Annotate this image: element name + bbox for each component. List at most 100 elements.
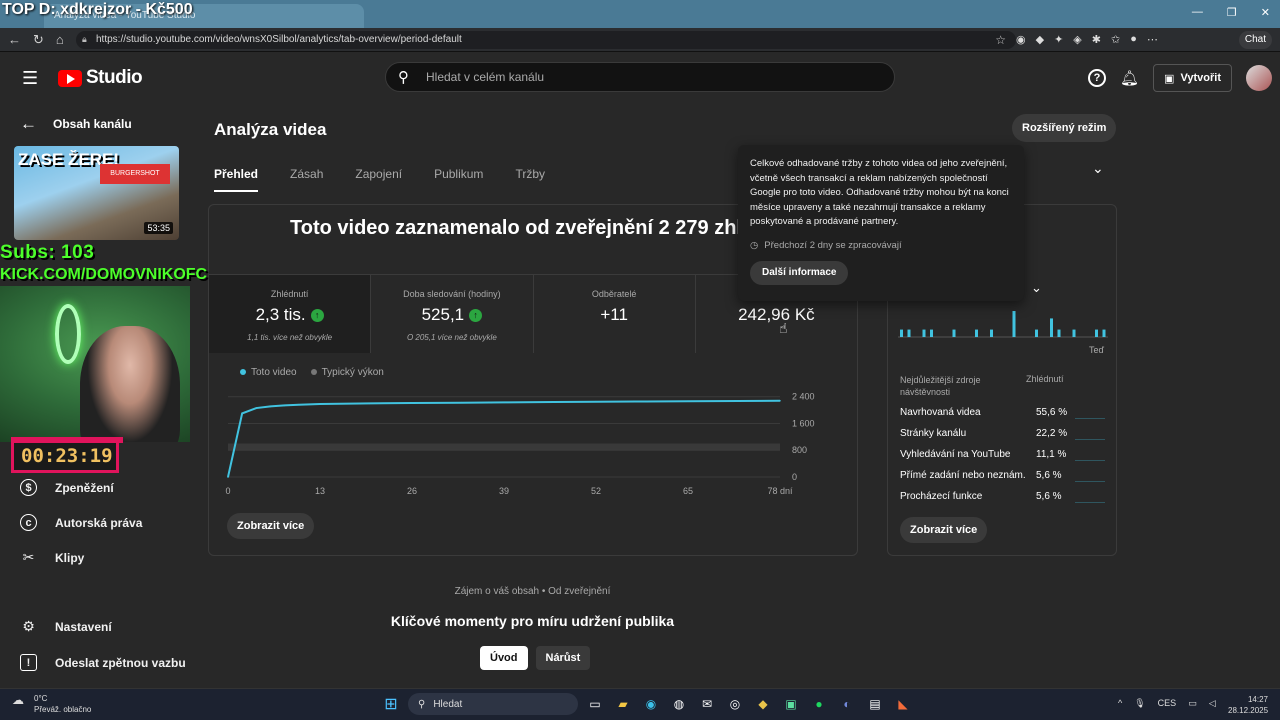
advanced-mode-button[interactable]: Rozšířený režim (1012, 114, 1117, 142)
steam-icon[interactable]: ◎ (724, 693, 746, 715)
traffic-source-row[interactable]: Stránky kanálu 22,2 % (900, 428, 1105, 444)
extension-icon[interactable]: ◆ (1036, 33, 1044, 46)
metric-subscribers[interactable]: Odběratelé +11 (533, 275, 696, 353)
spark-bar (922, 329, 926, 337)
weather-widget[interactable]: ☁ 0°C Převáž. oblačno (12, 693, 91, 715)
sidebar-item-label: Zpeněžení (55, 480, 114, 495)
video-thumbnail[interactable]: ZASE ŽERE! BURGERSHOT 53:35 (14, 146, 179, 240)
windows-start-icon[interactable]: ⊞ (380, 693, 402, 715)
minimize-icon[interactable]: — (1192, 6, 1203, 19)
chevron-down-icon[interactable]: ⌄ (1092, 160, 1104, 177)
home-icon[interactable]: ⌂ (56, 32, 64, 48)
app-icon[interactable]: ◣ (892, 693, 914, 715)
metric-views[interactable]: Zhlédnutí 2,3 tis. ↑ 1,1 tis. více než ob… (209, 275, 372, 353)
chevron-down-icon[interactable]: ⌄ (1031, 280, 1042, 296)
source-mini-chart (1075, 502, 1105, 503)
app-icon[interactable]: ▣ (780, 693, 802, 715)
tab-audience[interactable]: Publikum (434, 167, 483, 192)
app-icon[interactable]: ◍ (668, 693, 690, 715)
profile-icon[interactable]: ● (1130, 33, 1137, 46)
tab-revenue[interactable]: Tržby (515, 167, 545, 192)
spark-bar (1095, 329, 1098, 337)
taskbar-clock[interactable]: 14:27 28.12.2025 (1228, 694, 1268, 716)
copilot-chat-button[interactable]: Chat (1238, 31, 1272, 49)
taskbar-search-label: Hledat (433, 698, 463, 710)
traffic-source-row[interactable]: Vyhledávání na YouTube 11,1 % (900, 449, 1105, 465)
tab-engagement[interactable]: Zapojení (355, 167, 402, 192)
volume-icon[interactable]: ◁ (1209, 698, 1216, 709)
restore-icon[interactable]: ❐ (1227, 6, 1237, 19)
url-text: https://studio.youtube.com/video/wnsX0Si… (96, 34, 462, 45)
favorite-star-icon[interactable]: ☆ (995, 33, 1006, 47)
more-icon[interactable]: ⋯ (1147, 33, 1158, 46)
series-point (736, 400, 739, 402)
search-input[interactable]: ⚲ Hledat v celém kanálu (385, 62, 895, 92)
series-point (368, 402, 371, 405)
metric-value: 525,1 (421, 305, 465, 324)
tab-reach[interactable]: Zásah (290, 167, 323, 192)
extension-icon[interactable]: ✦ (1054, 33, 1063, 46)
studio-logo[interactable]: Studio (58, 67, 143, 89)
tab-overview[interactable]: Přehled (214, 167, 259, 192)
show-more-sources-button[interactable]: Zobrazit více (900, 517, 988, 543)
sidebar-item-monetization[interactable]: $ Zpeněžení (20, 479, 114, 496)
help-icon[interactable]: ? (1088, 69, 1106, 87)
logo-text: Studio (86, 67, 143, 88)
sidebar-item-label: Nastavení (55, 619, 112, 634)
url-field[interactable]: 🔒︎ https://studio.youtube.com/video/wnsX… (76, 31, 1016, 49)
favorites-icon[interactable]: ✩ (1111, 33, 1120, 46)
sidebar-item-feedback[interactable]: ! Odeslat zpětnou vazbu (20, 654, 186, 671)
sidebar-item-settings[interactable]: ⚙ Nastavení (20, 618, 112, 635)
system-tray: ^ 🎙︎ CES ▭ ◁ (1118, 698, 1216, 709)
taskbar-search[interactable]: ⚲ Hledat (408, 693, 578, 715)
show-more-button[interactable]: Zobrazit více (227, 513, 315, 539)
task-view-icon[interactable]: ▭ (584, 693, 606, 715)
sidebar-item-copyright[interactable]: c Autorská práva (20, 514, 142, 531)
segment-spike-button[interactable]: Nárůst (535, 646, 591, 670)
learn-more-button[interactable]: Další informace (750, 260, 849, 285)
back-icon[interactable]: ← (8, 32, 21, 48)
avatar[interactable] (1246, 65, 1272, 91)
app-icon[interactable]: ✉ (696, 693, 718, 715)
create-button[interactable]: ▣ Vytvořit (1153, 64, 1232, 92)
spark-bar (907, 329, 911, 337)
spark-bar (952, 329, 956, 337)
series-point (297, 403, 300, 406)
language-indicator[interactable]: CES (1158, 698, 1177, 709)
back-to-content-button[interactable]: ← Obsah kanálu (20, 114, 132, 134)
bell-icon[interactable]: 🔔︎ (1120, 69, 1139, 87)
network-icon[interactable]: ▭ (1188, 698, 1197, 709)
metric-watch-time[interactable]: Doba sledování (hodiny) 525,1 ↑ O 205,1 v… (371, 275, 534, 353)
traffic-source-row[interactable]: Procházecí funkce 5,6 % (900, 491, 1105, 507)
chevron-up-icon[interactable]: ^ (1118, 698, 1122, 709)
close-icon[interactable]: ✕ (1261, 6, 1270, 19)
extension-icon[interactable]: ◈ (1073, 33, 1081, 46)
menu-icon[interactable]: ☰ (22, 68, 38, 89)
sidebar-item-clips[interactable]: ✂ Klipy (20, 549, 85, 566)
folder-icon[interactable]: ▰ (612, 693, 634, 715)
spotify-icon[interactable]: ● (808, 693, 830, 715)
traffic-source-row[interactable]: Navrhovaná videa 55,6 % (900, 407, 1105, 423)
app-icon[interactable]: ▤ (864, 693, 886, 715)
search-placeholder: Hledat v celém kanálu (426, 70, 545, 84)
clock-time: 14:27 (1247, 695, 1268, 704)
source-name: Navrhovaná videa (900, 407, 981, 418)
discord-icon[interactable]: ◐ (836, 693, 858, 715)
kick-channel-text: KICK.COM/DOMOVNIKOFC (0, 266, 208, 283)
source-percent: 5,6 % (1036, 470, 1062, 481)
reload-icon[interactable]: ↻ (33, 32, 44, 48)
spark-bar (1102, 329, 1106, 337)
extension-icon[interactable]: ◉ (1016, 33, 1026, 46)
edge-icon[interactable]: ◉ (640, 693, 662, 715)
series-point (644, 400, 647, 403)
puzzle-icon[interactable]: ✱ (1092, 33, 1101, 46)
traffic-source-row[interactable]: Přímé zadání nebo neznám... 5,6 % (900, 470, 1105, 486)
copyright-icon: c (20, 514, 37, 531)
revenue-tooltip: Celkové odhadované tržby z tohoto videa … (738, 145, 1024, 301)
mic-icon[interactable]: 🎙︎ (1134, 698, 1145, 709)
x-tick-label: 0 (225, 486, 230, 496)
create-label: Vytvořit (1180, 72, 1221, 84)
source-percent: 11,1 % (1036, 449, 1067, 460)
app-icon[interactable]: ◆ (752, 693, 774, 715)
segment-intro-button[interactable]: Úvod (480, 646, 528, 670)
